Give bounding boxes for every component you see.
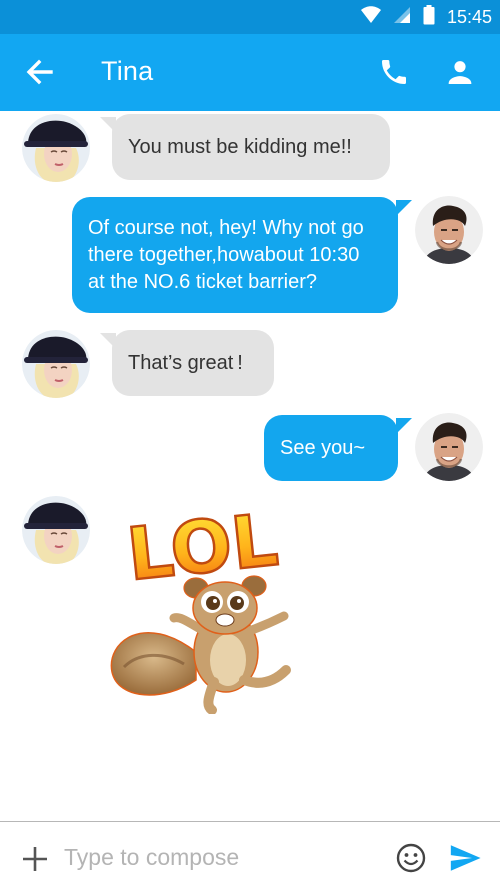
bubble-tail (396, 200, 412, 216)
message-text: See you~ (280, 436, 366, 459)
smiley-icon[interactable] (396, 843, 426, 873)
message-bubble-incoming[interactable]: You must be kidding me!! (112, 114, 390, 180)
my-avatar[interactable] (415, 413, 483, 481)
message-bubble-outgoing[interactable]: Of course not, hey! Why not go there tog… (72, 197, 398, 313)
message-bubble-incoming[interactable]: That’s great ! (112, 330, 274, 396)
conversation-title: Tina (101, 56, 154, 86)
my-avatar[interactable] (415, 196, 483, 264)
message-bubble-outgoing[interactable]: See you~ (264, 415, 398, 481)
wifi-icon (360, 6, 381, 28)
compose-input[interactable] (64, 840, 364, 874)
status-time: 15:45 (446, 6, 492, 27)
phone-icon[interactable] (378, 56, 410, 88)
plus-icon[interactable] (22, 846, 48, 872)
person-icon[interactable] (444, 56, 476, 88)
message-text-line: there together,howabout 10:30 (88, 243, 360, 266)
bubble-tail (396, 418, 412, 434)
cellular-signal-icon (393, 6, 411, 28)
message-text: That’s great ! (128, 351, 243, 374)
message-text-line: Of course not, hey! Why not go (88, 216, 364, 239)
arrow-left-icon[interactable] (24, 56, 56, 88)
contact-avatar[interactable] (22, 496, 90, 564)
lemur-sticker[interactable]: LOL (104, 496, 304, 715)
battery-icon (423, 5, 435, 29)
contact-avatar[interactable] (22, 114, 90, 182)
send-icon[interactable] (448, 841, 482, 875)
contact-avatar[interactable] (22, 330, 90, 398)
message-text: You must be kidding me!! (128, 135, 352, 158)
status-bar: 15:45 (0, 0, 500, 34)
compose-bar (0, 821, 500, 889)
app-bar: Tina (0, 34, 500, 111)
message-text-line: at the NO.6 ticket barrier? (88, 270, 317, 293)
